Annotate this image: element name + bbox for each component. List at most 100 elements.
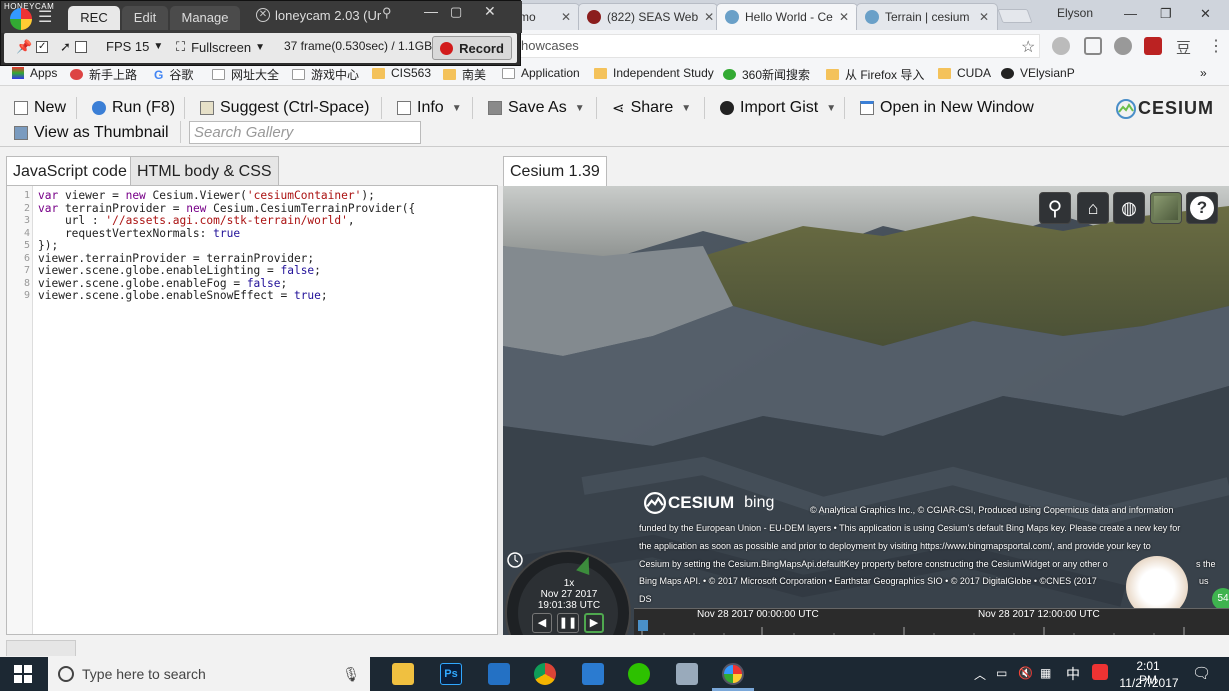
file-explorer-icon[interactable] [392,663,414,685]
close-circle-icon[interactable]: ✕ [256,8,270,22]
tab-javascript-code[interactable]: JavaScript code [6,156,134,186]
more-bookmarks-icon[interactable]: » [1200,66,1207,80]
minimize-icon[interactable]: — [1124,6,1137,21]
close-window-icon[interactable]: ✕ [1200,6,1211,22]
info-dropdown[interactable]: Info ▼ [397,99,462,117]
chrome-menu-icon[interactable]: ⋮ [1208,36,1224,56]
photoshop-icon[interactable]: Ps [440,663,462,685]
browser-tab-2[interactable]: Hello World - Ce ✕ [716,3,858,30]
bookmark-star-icon[interactable]: ☆ [1021,37,1035,57]
bookmark-folder[interactable]: Independent Study [594,66,714,80]
honeycam-taskbar-icon[interactable] [722,663,744,685]
clock-date[interactable]: 11/27/2017 [1117,676,1181,690]
chrome-icon[interactable] [534,663,556,685]
close-tab-icon[interactable]: ✕ [698,10,714,24]
wechat-icon[interactable] [628,663,650,685]
close-icon[interactable]: ✕ [484,3,496,20]
play-forward-button[interactable]: ▶ [584,613,604,633]
bookmark-item[interactable]: 游戏中心 [292,66,359,83]
new-tab-button[interactable] [997,9,1033,23]
code-line[interactable]: viewer.scene.globe.enableLighting = fals… [38,264,321,277]
close-tab-icon[interactable]: ✕ [833,10,849,24]
extension-icon[interactable] [1052,37,1070,55]
url-input[interactable]: howcases [516,34,1040,58]
share-dropdown[interactable]: ⋖ Share ▼ [612,99,691,117]
ime-indicator[interactable]: 中 [1066,664,1080,684]
close-tab-icon[interactable]: ✕ [555,10,571,24]
bookmark-folder[interactable]: CIS563 [372,66,431,80]
pin-checkbox[interactable]: ✓ [36,41,49,53]
scene-mode-button[interactable]: ◍ [1113,192,1145,224]
suggest-button[interactable]: Suggest (Ctrl-Space) [200,99,369,117]
honeycam-tab-edit[interactable]: Edit [122,6,168,30]
douban-extension-icon[interactable]: 豆 [1176,37,1191,58]
code-line[interactable]: var terrainProvider = new Cesium.CesiumT… [38,202,415,215]
honeycam-tab-rec[interactable]: REC [68,6,120,30]
network-icon[interactable]: ▦ [1040,666,1051,680]
code-line[interactable]: viewer.scene.globe.enableSnowEffect = tr… [38,289,328,302]
code-line[interactable]: requestVertexNormals: true [38,227,240,240]
speed-badge-icon[interactable]: 54 [1212,588,1229,610]
bookmark-folder[interactable]: 从 Firefox 导入 [826,66,924,83]
code-line[interactable]: url : '//assets.agi.com/stk-terrain/worl… [38,214,355,227]
pdf-extension-icon[interactable] [1144,37,1162,55]
bookmark-item[interactable]: 360新闻搜索 [723,66,810,83]
pin-toggle[interactable]: 📌 ✓ [16,39,49,55]
taskbar-search-box[interactable]: Type here to search 🎙 [48,657,370,691]
code-line[interactable]: var viewer = new Cesium.Viewer('cesiumCo… [38,189,375,202]
action-center-icon[interactable]: 🗨 [1192,664,1211,682]
minimize-icon[interactable]: — [424,3,438,19]
shield-extension-icon[interactable] [1084,37,1102,55]
play-reverse-button[interactable]: ◀ [532,613,552,633]
record-button[interactable]: Record [432,36,512,60]
bookmark-item[interactable]: 新手上路 [70,66,137,83]
capture-area-select[interactable]: ⛶ Fullscreen ▼ [176,39,265,55]
open-new-window-button[interactable]: Open in New Window [860,99,1034,117]
run-button[interactable]: Run (F8) [92,99,175,117]
sogou-ime-icon[interactable] [1092,664,1108,680]
new-button[interactable]: New [14,99,66,117]
tab-cesium-viewer[interactable]: Cesium 1.39 [503,156,607,186]
close-tab-icon[interactable]: ✕ [973,10,989,24]
fps-select[interactable]: FPS 15 ▼ [106,39,163,54]
home-button[interactable]: ⌂ [1077,192,1109,224]
tab-html-css[interactable]: HTML body & CSS [130,156,279,186]
help-button[interactable]: ? [1186,192,1218,224]
import-gist-dropdown[interactable]: Import Gist ▼ [720,99,836,117]
profile-name[interactable]: Elyson [1057,6,1093,20]
browser-tab-1[interactable]: (822) SEAS Web ✕ [578,3,718,30]
base-layer-picker-button[interactable] [1150,192,1182,224]
windows-start-button[interactable] [14,665,32,683]
honeycam-tab-manage[interactable]: Manage [170,6,240,30]
code-line[interactable]: viewer.terrainProvider = terrainProvider… [38,252,314,265]
bookmark-folder[interactable]: 南美 [443,66,486,83]
microphone-icon[interactable]: 🎙 [342,666,360,683]
pause-button[interactable]: ❚❚ [557,613,579,633]
view-thumbnail-button[interactable]: View as Thumbnail [14,124,169,142]
notepad-icon[interactable] [676,663,698,685]
code-line[interactable]: viewer.scene.globe.enableFog = false; [38,277,287,290]
geocoder-search-button[interactable]: ⚲ [1039,192,1071,224]
cursor-toggle[interactable]: ➚ [60,39,87,55]
powershell-icon[interactable] [582,663,604,685]
pin-icon[interactable]: ⚲ [382,5,392,21]
bookmark-item[interactable]: G 谷歌 [154,66,193,83]
weather-extension-icon[interactable] [1114,37,1132,55]
bookmark-item[interactable]: VElysianP [1001,66,1075,80]
volume-muted-icon[interactable]: 🔇 [1018,666,1033,680]
search-gallery-input[interactable]: Search Gallery [189,121,421,144]
restore-icon[interactable]: ❐ [1160,6,1172,22]
bookmark-item[interactable]: Application [502,66,580,80]
chevron-up-icon[interactable]: ︿ [974,666,986,683]
save-as-dropdown[interactable]: Save As ▼ [488,99,585,117]
cursor-checkbox[interactable] [74,41,87,53]
battery-icon[interactable]: ▭ [996,666,1007,680]
bookmark-apps[interactable]: Apps [12,66,57,80]
credit-logos[interactable]: CESIUM bing [644,492,774,514]
honeycam-menu-icon[interactable]: ☰ [38,9,58,27]
visual-studio-code-icon[interactable] [488,663,510,685]
bookmark-item[interactable]: 网址大全 [212,66,279,83]
code-line[interactable]: }); [38,239,58,252]
console-tab[interactable] [6,640,76,656]
maximize-icon[interactable]: ▢ [450,4,462,20]
